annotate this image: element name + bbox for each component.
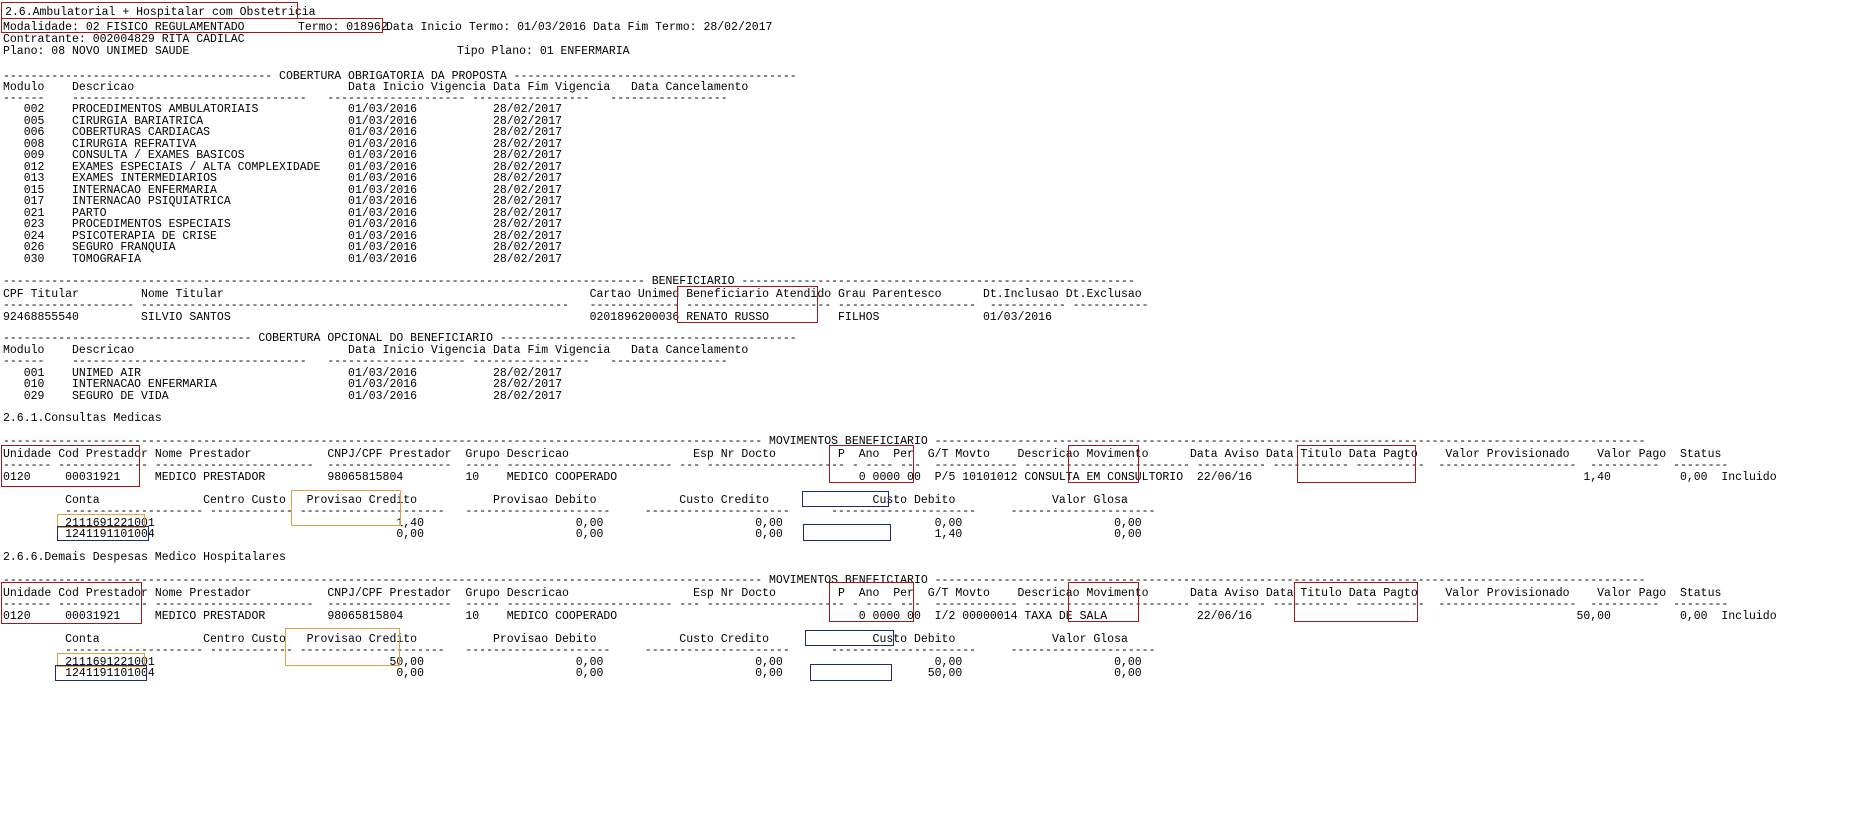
highlight-modalidade-termo [1,18,383,33]
highlight-unidade-prestador [1,445,140,487]
highlight-data-aviso [1068,582,1139,622]
highlight-gt-movto [829,582,914,622]
highlight-section-title [1,2,298,19]
table-row: 029 SEGURO DE VIDA 01/03/2016 28/02/2017 [3,390,562,403]
beneficiario-divider: ----------------------------------------… [3,275,1135,288]
table-row: 1241191101004 0,00 0,00 0,00 50,00 0,00 [3,667,1142,680]
highlight-valor-provisionado [1294,582,1418,622]
plano: Plano: 08 NOVO UNIMED SAUDE [3,45,190,58]
table-row: 1241191101004 0,00 0,00 0,00 1,40 0,00 [3,528,1142,541]
highlight-provisao-credito [291,490,401,526]
highlight-unidade-prestador [1,582,142,624]
highlight-provisao-credito [285,628,400,666]
highlight-custo-debito [805,630,894,646]
highlight-custo-debito-value [803,524,891,541]
highlight-beneficiario-atendido [677,286,818,323]
beneficiario-row: 92468855540 SILVIO SANTOS 0201896200036 … [3,311,1052,324]
termo-dates: Data Inicio Termo: 01/03/2016 Data Fim T… [386,21,773,34]
table-row: 030 TOMOGRAFIA 01/03/2016 28/02/2017 [3,253,562,266]
demais-title: 2.6.6.Demais Despesas Medico Hospitalare… [3,551,286,564]
tipo-plano: Tipo Plano: 01 ENFERMARIA [457,45,630,58]
consultas-title: 2.6.1.Consultas Medicas [3,412,162,425]
highlight-data-aviso [1068,445,1139,483]
highlight-custo-debito [802,491,889,507]
highlight-custo-debito-value [810,664,892,681]
highlight-conta-debito [55,665,147,681]
highlight-valor-provisionado [1297,445,1416,483]
highlight-gt-movto [829,445,914,483]
highlight-conta-debito [57,526,149,541]
